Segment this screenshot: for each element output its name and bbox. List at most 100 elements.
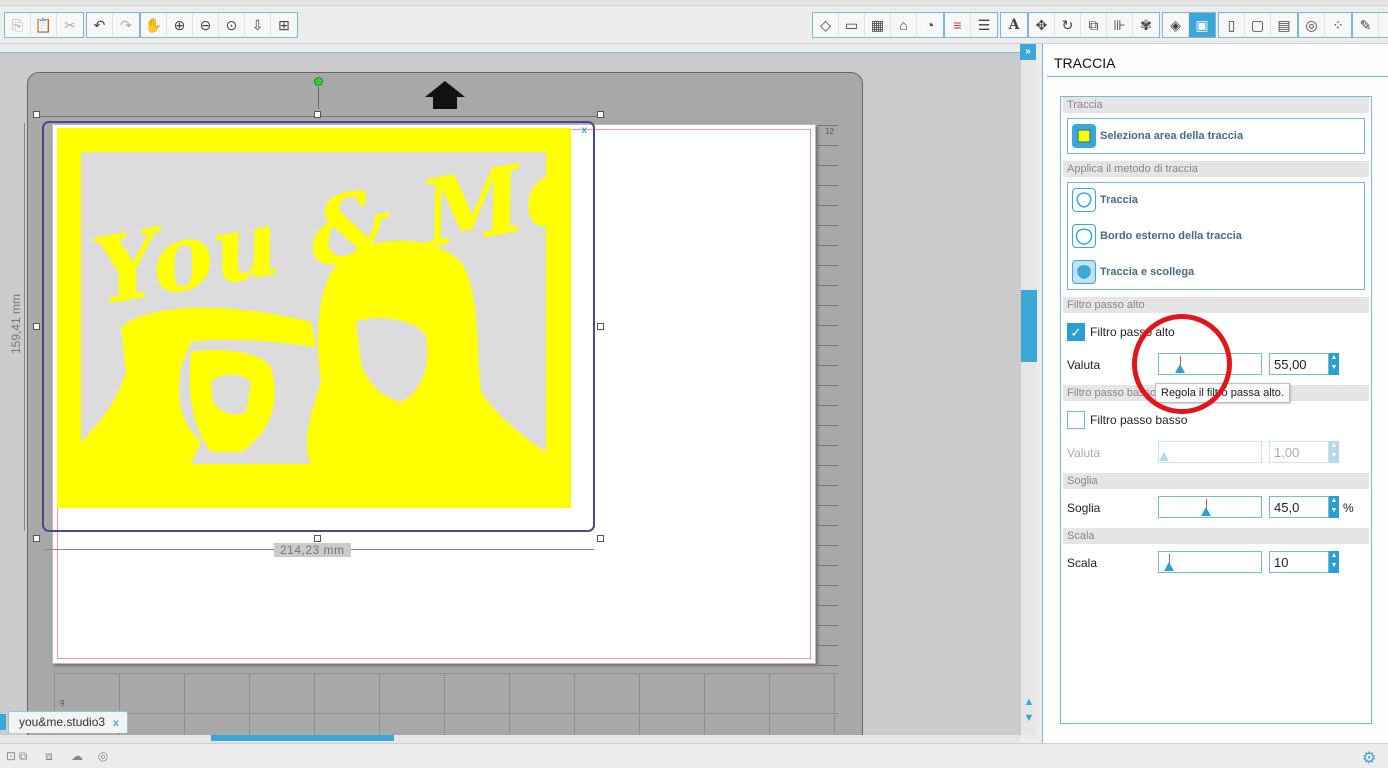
- copy-icon[interactable]: ⎘: [5, 13, 31, 37]
- page-icon[interactable]: ▢: [1245, 13, 1271, 37]
- vertical-scrollbar[interactable]: ▲ ▼: [1020, 44, 1037, 735]
- main-toolbar: ⎘ 📋 ✂ ↶ ↷ ✋ ⊕ ⊖ ⊙ ⇩ ⊞ ◇ ▭ ▦ ⌂ ◔ ≡ ☰ A ✥ …: [0, 0, 1388, 44]
- ungroup-icon[interactable]: ⧉: [12, 749, 34, 765]
- low-pass-stepper[interactable]: ▲ ▼: [1329, 441, 1339, 463]
- zoom-out-icon[interactable]: ⊖: [193, 13, 219, 37]
- rotation-line: [318, 87, 319, 109]
- resize-handle-mr[interactable]: [597, 323, 604, 330]
- outer-edge-glyph: [1075, 228, 1093, 245]
- trace-detach-button[interactable]: Traccia e scollega: [1072, 258, 1194, 286]
- resize-handle-tc[interactable]: [314, 111, 321, 118]
- select-trace-area-button[interactable]: Seleziona area della traccia: [1072, 122, 1243, 150]
- trace-detach-label: Traccia e scollega: [1100, 266, 1195, 278]
- release-icon[interactable]: ☁: [66, 749, 88, 765]
- select-area-glyph: [1077, 129, 1091, 143]
- distribute-icon[interactable]: ⊪: [1107, 13, 1133, 37]
- print-cut-icon[interactable]: ▯: [1219, 13, 1245, 37]
- library-icon[interactable]: ⁘: [1325, 13, 1351, 37]
- section-method: Applica il metodo di traccia: [1063, 161, 1369, 177]
- undo-group: ↶ ↷: [86, 12, 140, 38]
- low-pass-slider-thumb[interactable]: [1159, 452, 1169, 461]
- document-tab-close-icon[interactable]: x: [113, 718, 119, 729]
- trace-options: Traccia Seleziona area della traccia App…: [1060, 96, 1372, 724]
- threshold-slider-thumb[interactable]: [1201, 507, 1211, 516]
- threshold-stepper[interactable]: ▲ ▼: [1329, 496, 1339, 518]
- modify-icon[interactable]: ✾: [1133, 13, 1159, 37]
- resize-handle-br[interactable]: [597, 535, 604, 542]
- rotation-handle[interactable]: [314, 77, 323, 86]
- zoom-in-icon[interactable]: ⊕: [167, 13, 193, 37]
- section-traccia: Traccia: [1063, 97, 1369, 113]
- trace-icon[interactable]: ▣: [1189, 13, 1215, 37]
- horizontal-scroll-thumb[interactable]: [211, 735, 394, 741]
- scale-slider-thumb[interactable]: [1164, 562, 1174, 571]
- low-pass-checkbox[interactable]: [1067, 411, 1085, 429]
- scroll-down-icon[interactable]: ▼: [1022, 712, 1036, 724]
- send-group: ✎ ▸: [1352, 12, 1388, 38]
- resize-handle-ml[interactable]: [33, 323, 40, 330]
- scale-value-input[interactable]: 10: [1269, 551, 1329, 573]
- zoom-selection-icon[interactable]: ⊙: [219, 13, 245, 37]
- layout-icon[interactable]: ▤: [1271, 13, 1297, 37]
- high-pass-value-label: Valuta: [1067, 358, 1101, 372]
- trace-group: ◈ ▣: [1162, 12, 1216, 38]
- resize-handle-bl[interactable]: [33, 535, 40, 542]
- undo-icon[interactable]: ↶: [87, 13, 113, 37]
- sketch-icon[interactable]: ✎: [1353, 13, 1379, 37]
- title-strip: [0, 0, 1388, 6]
- threshold-unit: %: [1343, 501, 1354, 515]
- fit-to-mat-icon[interactable]: ⇩: [245, 13, 271, 37]
- line-color-icon[interactable]: ≡: [945, 13, 971, 37]
- offset-icon[interactable]: ◈: [1163, 13, 1189, 37]
- high-pass-checkbox[interactable]: ✓: [1067, 323, 1085, 341]
- high-pass-value-input[interactable]: 55,00: [1269, 353, 1329, 375]
- zoom-page-icon[interactable]: ⊞: [271, 13, 297, 37]
- eraser-icon[interactable]: ◇: [813, 13, 839, 37]
- threshold-value-input[interactable]: 45,0: [1269, 496, 1329, 518]
- section-high-pass: Filtro passo alto: [1063, 297, 1369, 313]
- text-style-icon[interactable]: A: [1001, 13, 1027, 37]
- resize-handle-tl[interactable]: [33, 111, 40, 118]
- spiral-icon[interactable]: ◎: [1299, 13, 1325, 37]
- weld-icon[interactable]: ◎: [92, 749, 114, 765]
- trace-method-icon: [1072, 188, 1096, 212]
- scroll-up-icon[interactable]: ▲: [1022, 696, 1036, 708]
- threshold-slider[interactable]: [1158, 496, 1262, 518]
- tab-indicator: [0, 714, 6, 730]
- high-pass-stepper[interactable]: ▲ ▼: [1329, 353, 1339, 375]
- low-pass-value-input[interactable]: 1,00: [1269, 441, 1329, 463]
- resize-handle-tr[interactable]: [597, 111, 604, 118]
- width-dimension-label: 214,23 mm: [274, 543, 351, 557]
- low-pass-slider[interactable]: [1158, 441, 1262, 463]
- line-tools-group: ≡ ☰: [944, 12, 998, 38]
- design-canvas[interactable]: 12 9 You & Me x 214,23 mm 159,41 mm: [0, 52, 1020, 735]
- select-area-box: Seleziona area della traccia: [1067, 118, 1365, 154]
- scale-slider[interactable]: [1158, 551, 1262, 573]
- settings-gear-icon[interactable]: ⚙: [1362, 748, 1376, 768]
- send-icon[interactable]: ▸: [1379, 13, 1388, 37]
- height-dimension-label: 159,41 mm: [9, 289, 24, 359]
- transform-icon[interactable]: ↻: [1055, 13, 1081, 37]
- vertical-scroll-thumb[interactable]: [1021, 290, 1037, 362]
- cut-icon[interactable]: ✂: [57, 13, 83, 37]
- document-tab[interactable]: you&me.studio3 x: [8, 711, 128, 733]
- fill-icon[interactable]: ◔: [917, 13, 943, 37]
- trace-button[interactable]: Traccia: [1072, 186, 1138, 214]
- replicate-icon[interactable]: ✥: [1029, 13, 1055, 37]
- grid-icon[interactable]: ▦: [865, 13, 891, 37]
- horizontal-scrollbar[interactable]: [0, 735, 1020, 743]
- registration-icon[interactable]: ⌂: [891, 13, 917, 37]
- align-icon[interactable]: ⧉: [1081, 13, 1107, 37]
- selection-close-icon[interactable]: x: [581, 125, 587, 136]
- scale-stepper[interactable]: ▲ ▼: [1329, 551, 1339, 573]
- selection-box[interactable]: x: [42, 121, 595, 532]
- collapse-panel-icon[interactable]: »: [1020, 44, 1036, 60]
- compound-icon[interactable]: ⧈: [38, 749, 60, 765]
- redo-icon[interactable]: ↷: [113, 13, 139, 37]
- page-setup-icon[interactable]: ▭: [839, 13, 865, 37]
- outer-edge-button[interactable]: Bordo esterno della traccia: [1072, 222, 1242, 250]
- line-style-icon[interactable]: ☰: [971, 13, 997, 37]
- resize-handle-bc[interactable]: [314, 535, 321, 542]
- paste-icon[interactable]: 📋: [31, 13, 57, 37]
- pan-hand-icon[interactable]: ✋: [141, 13, 167, 37]
